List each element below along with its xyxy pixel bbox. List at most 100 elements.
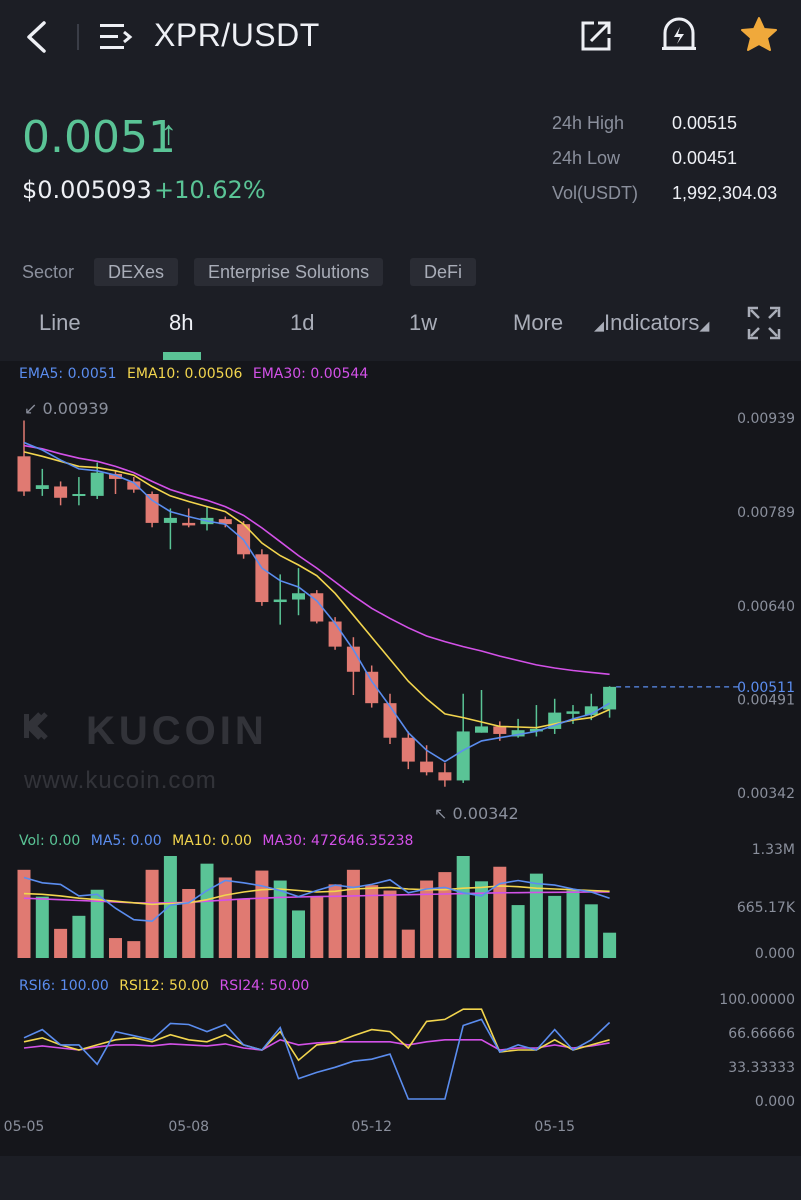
price-axis-label: 0.00342 <box>737 786 795 802</box>
indicators-label: Indicators <box>604 310 700 335</box>
price-alert-bell-icon[interactable] <box>660 16 698 54</box>
candle-body <box>72 494 86 497</box>
pair-title[interactable]: XPR/USDT <box>154 17 320 54</box>
candle-body <box>475 726 488 733</box>
watermark-url: www.kucoin.com <box>23 767 217 794</box>
high-price-marker: ↙ 0.00939 <box>24 399 109 418</box>
time-axis-label: 05-05 <box>4 1119 45 1135</box>
usd-price: $0.005093 <box>22 176 152 204</box>
top-bar: XPR/USDT <box>0 0 801 80</box>
candle-body <box>493 726 507 734</box>
volume-bar <box>603 932 617 958</box>
candle-body <box>35 485 49 489</box>
candle-body <box>273 599 287 603</box>
price-chart-svg[interactable]: KUCOIN www.kucoin.com 0.00939 0.00789 0.00… <box>0 361 801 1156</box>
volume-bar <box>310 896 324 958</box>
stat-value-24h-low: 0.00451 <box>672 148 738 168</box>
candle-body <box>566 711 580 714</box>
price-up-arrow: ↑ <box>160 114 177 152</box>
tab-1w[interactable]: 1w <box>409 310 437 336</box>
share-external-icon[interactable] <box>578 18 614 54</box>
ema30-line <box>23 444 610 676</box>
active-tab-indicator <box>163 352 201 360</box>
volume-bar <box>511 905 525 958</box>
stat-value-volume: 1,992,304.03 <box>672 183 778 203</box>
volume-bar <box>145 869 159 958</box>
rsi-axis-label: 66.66666 <box>728 1026 795 1042</box>
stat-value-24h-high: 0.00515 <box>672 113 738 133</box>
volume-bar <box>163 856 177 958</box>
ema10-line <box>23 451 610 729</box>
menu-list-icon[interactable] <box>100 22 134 52</box>
volume-bar <box>109 938 122 958</box>
price-axis-label: 0.00789 <box>737 505 795 521</box>
volume-bar <box>127 941 141 958</box>
watermark-text: KUCOIN <box>86 709 268 753</box>
volume-bar <box>255 870 269 958</box>
rsi-axis-label: 0.000 <box>755 1094 795 1110</box>
volume-bar <box>292 910 305 958</box>
candle-body <box>420 761 434 773</box>
volume-bar <box>584 904 598 958</box>
candle-body <box>401 737 415 762</box>
candle-body <box>182 522 196 526</box>
price-axis-label: 0.00640 <box>737 599 795 615</box>
change-percent: +10.62% <box>154 176 266 204</box>
price-axis-label: 0.00939 <box>737 411 795 427</box>
star-icon[interactable] <box>740 16 778 52</box>
sector-tag-enterprise-solutions[interactable]: Enterprise Solutions <box>194 258 384 286</box>
volume-bar <box>566 890 580 958</box>
candle-body <box>163 517 177 523</box>
sector-label: Sector <box>22 262 75 282</box>
volume-bar <box>438 872 452 958</box>
volume-axis-label: 665.17K <box>737 900 796 916</box>
volume-bar <box>35 896 49 958</box>
time-axis-label: 05-15 <box>534 1119 575 1135</box>
candle-body <box>145 494 159 523</box>
candle-body <box>383 703 397 738</box>
rsi-axis-label: 100.00000 <box>719 992 795 1008</box>
volume-bar <box>218 877 232 958</box>
tab-line[interactable]: Line <box>39 310 81 336</box>
volume-bar <box>346 869 360 958</box>
tab-indicators[interactable]: ◢Indicators◢ <box>594 310 709 336</box>
volume-bar <box>237 898 251 958</box>
volume-axis-label: 0.000 <box>755 946 795 962</box>
sector-tag-defi[interactable]: DeFi <box>410 258 477 286</box>
candle-body <box>438 772 452 781</box>
volume-bar <box>548 895 562 958</box>
triangle-left-icon: ◢ <box>594 318 604 333</box>
stat-label-volume: Vol(USDT) <box>552 183 639 203</box>
volume-bar <box>200 863 214 958</box>
volume-bar <box>17 869 31 958</box>
divider <box>77 24 79 50</box>
tab-1d[interactable]: 1d <box>290 310 314 336</box>
candle-body <box>328 621 342 647</box>
time-axis-label: 05-12 <box>351 1119 392 1135</box>
kucoin-watermark: KUCOIN www.kucoin.com <box>23 709 268 794</box>
back-chevron-icon[interactable] <box>24 20 50 54</box>
bottom-tabs-bar <box>0 1156 801 1200</box>
candle-body <box>292 593 305 600</box>
tab-8h[interactable]: 8h <box>169 310 193 336</box>
rsi12-line <box>23 1008 610 1062</box>
time-axis-label: 05-08 <box>168 1119 209 1135</box>
low-price-marker: ↖ 0.00342 <box>434 804 519 823</box>
stat-label-24h-low: 24h Low <box>552 148 621 168</box>
tab-more[interactable]: More <box>513 310 563 336</box>
last-price-label: 0.00511 <box>737 680 795 696</box>
volume-bar <box>529 873 543 958</box>
rsi6-line <box>23 1018 611 1100</box>
candle-body <box>54 486 68 498</box>
volume-bar <box>456 856 470 958</box>
sector-tag-dexes[interactable]: DEXes <box>94 258 179 286</box>
volume-bar <box>401 929 415 958</box>
fullscreen-expand-icon[interactable] <box>747 306 781 340</box>
volume-bar <box>493 866 507 958</box>
last-price: 0.0051 <box>22 112 176 163</box>
volume-bar <box>54 928 68 958</box>
rsi-axis-label: 33.33333 <box>728 1060 795 1076</box>
chart-area[interactable]: EMA5: 0.0051 EMA10: 0.00506 EMA30: 0.005… <box>0 361 801 1156</box>
volume-bar <box>72 915 86 958</box>
volume-bar <box>420 880 434 958</box>
